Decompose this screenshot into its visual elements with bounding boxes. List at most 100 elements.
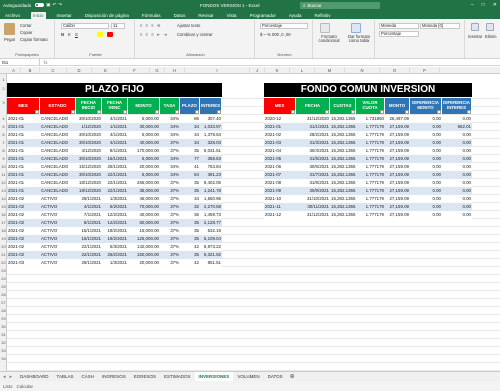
fx-icon[interactable]: fx [40, 60, 52, 65]
sheet-tab-ingresos[interactable]: INGRESOS [98, 372, 130, 382]
maximize-icon[interactable]: □ [482, 2, 485, 8]
sheet-tab-dashboard[interactable]: DASHBOARD [16, 372, 53, 382]
plazo_fijo-cell[interactable]: 34% [160, 123, 180, 131]
plazo_fijo-cell[interactable]: 37% [160, 195, 180, 203]
fci-cell[interactable]: 27,159.09 [385, 179, 410, 187]
column-header-K[interactable]: K [265, 67, 290, 74]
fci-cell[interactable]: 2021-01 [264, 123, 296, 131]
column-header-E[interactable]: E [92, 67, 120, 74]
row-header-8[interactable]: 8 [0, 147, 7, 155]
plazo_fijo-cell[interactable]: 25/1/2021 [102, 163, 128, 171]
plazo_fijo-cell[interactable]: 4/1/2021 [102, 139, 128, 147]
fci-cell[interactable]: 31/8/2021 [296, 179, 330, 187]
fci-cell[interactable]: 26,497.09 [385, 115, 410, 123]
next-sheet-icon[interactable]: ▸ [10, 374, 13, 380]
delete-cells-button[interactable]: Elimin [485, 34, 496, 39]
fci-cell[interactable]: 1.777179 [356, 147, 385, 155]
format-painter-button[interactable]: Copiar formato [20, 37, 48, 42]
plazo_fijo-cell[interactable]: 42 [180, 259, 200, 267]
plazo_fijo-cell[interactable]: 35,000.00 [128, 187, 160, 195]
row-header-15[interactable]: 15 [0, 203, 7, 211]
filter-dropdown-icon[interactable] [467, 110, 471, 114]
paste-icon[interactable] [4, 23, 15, 35]
plazo_fijo-cell[interactable]: 34 [180, 123, 200, 131]
sheet-tab-estimados[interactable]: ESTIMADOS [160, 372, 195, 382]
ribbon-tab-1[interactable]: Inicio [31, 12, 46, 19]
ribbon-tab-4[interactable]: Fórmulas [140, 12, 163, 19]
fci-cell[interactable]: 2021-08 [264, 179, 296, 187]
plazo_fijo-cell[interactable]: 19/2/2021 [102, 235, 128, 243]
ribbon-tab-9[interactable]: Ayuda [287, 12, 304, 19]
fci-cell[interactable]: 0.00 [442, 139, 472, 147]
row-header-19[interactable]: 19 [0, 235, 7, 243]
plazo_fijo-cell[interactable]: 391.23 [200, 171, 222, 179]
plazo_fijo-cell[interactable]: 22/1/2021 [102, 171, 128, 179]
fci-cell[interactable]: 0.00 [442, 211, 472, 219]
row-header-22[interactable]: 22 [0, 259, 7, 267]
ribbon-tab-2[interactable]: Insertar [55, 12, 74, 19]
plazo_fijo-cell[interactable]: 20,000.00 [128, 259, 160, 267]
plazo_fijo-cell[interactable]: 35 [180, 235, 200, 243]
plazo_fijo-cell[interactable]: 35 [180, 219, 200, 227]
plazo_fijo-cell[interactable]: 5,000.00 [128, 155, 160, 163]
number-format-icons[interactable]: $ ~ % 000 ,0 ,00 [260, 32, 291, 37]
plazo_fijo-cell[interactable]: 5,000.00 [128, 115, 160, 123]
plazo_fijo-cell[interactable]: 32 [180, 203, 200, 211]
plazo_fijo-cell[interactable]: 763.84 [200, 163, 222, 171]
plazo_fijo-cell[interactable]: 37% [160, 179, 180, 187]
conditional-format-icon[interactable] [320, 23, 330, 33]
plazo_fijo-cell[interactable]: 2021-01 [7, 115, 40, 123]
plazo_fijo-cell[interactable]: 42 [180, 243, 200, 251]
column-header-F[interactable]: F [120, 67, 150, 74]
insert-cells-button[interactable]: Insertar [468, 34, 482, 39]
plazo_fijo-cell[interactable]: 77 [180, 155, 200, 163]
row-header-27[interactable]: 27 [0, 299, 7, 307]
save-icon[interactable]: ▣ [46, 2, 50, 8]
filter-dropdown-icon[interactable] [351, 110, 355, 114]
fci-cell[interactable]: 31/5/2021 [296, 155, 330, 163]
fci-cell[interactable]: 0.00 [442, 163, 472, 171]
fci-cell[interactable]: 2021-03 [264, 139, 296, 147]
plazo_fijo-cell[interactable]: 34 [180, 139, 200, 147]
column-header-N[interactable]: N [345, 67, 380, 74]
plazo_fijo-cell[interactable]: 20,000.00 [128, 163, 160, 171]
plazo_fijo-cell[interactable]: 2021-01 [7, 155, 40, 163]
fci-cell[interactable]: 27,159.09 [385, 123, 410, 131]
sheet-tab-inversiones[interactable]: INVERSIONES [194, 371, 234, 382]
row-header-6[interactable]: 6 [0, 131, 7, 139]
fci-cell[interactable]: 0.00 [410, 147, 442, 155]
plazo_fijo-cell[interactable]: 86 [180, 115, 200, 123]
plazo_fijo-cell[interactable]: ACTIVO [40, 203, 76, 211]
fci-cell[interactable]: 31/3/2021 [296, 139, 330, 147]
row-header-2[interactable]: 2 [0, 85, 7, 93]
filter-dropdown-icon[interactable] [123, 110, 127, 114]
fci-cell[interactable]: 15,282.1365 [330, 187, 356, 195]
row-header-5[interactable]: 5 [0, 123, 7, 131]
row-header-20[interactable]: 20 [0, 243, 7, 251]
plazo_fijo-cell[interactable]: 37% [160, 219, 180, 227]
plazo_fijo-cell[interactable]: 15/1/2021 [76, 227, 102, 235]
fci-cell[interactable]: 27,159.09 [385, 171, 410, 179]
fci-cell[interactable]: 2021-05 [264, 155, 296, 163]
plazo_fijo-cell[interactable]: 34% [160, 115, 180, 123]
fci-cell[interactable]: 2021-02 [264, 131, 296, 139]
fci-cell[interactable]: 27,159.09 [385, 187, 410, 195]
plazo_fijo-cell[interactable]: 37% [160, 259, 180, 267]
filter-dropdown-icon[interactable] [71, 110, 75, 114]
plazo_fijo-cell[interactable]: 22/1/2021 [76, 251, 102, 259]
plazo_fijo-cell[interactable]: CANCELADO [40, 115, 76, 123]
add-sheet-icon[interactable]: ⊕ [290, 373, 295, 380]
plazo_fijo-cell[interactable]: 2021-01 [7, 179, 40, 187]
plazo_fijo-cell[interactable]: 5,973.22 [200, 243, 222, 251]
fci-cell[interactable]: 2020-12 [264, 115, 296, 123]
plazo_fijo-cell[interactable]: 30/10/2020 [76, 115, 102, 123]
font-name-select[interactable]: Calibri [61, 23, 109, 29]
plazo_fijo-cell[interactable]: 7/1/2021 [76, 211, 102, 219]
fci-cell[interactable]: 0.00 [410, 203, 442, 211]
plazo_fijo-cell[interactable]: 22/1/2021 [102, 179, 128, 187]
plazo_fijo-cell[interactable]: 30/10/2020 [76, 131, 102, 139]
fci-cell[interactable]: 2021-10 [264, 195, 296, 203]
row-header-9[interactable]: 9 [0, 155, 7, 163]
fci-cell[interactable]: 1.777179 [356, 163, 385, 171]
plazo_fijo-cell[interactable]: 29/1/2021 [76, 259, 102, 267]
